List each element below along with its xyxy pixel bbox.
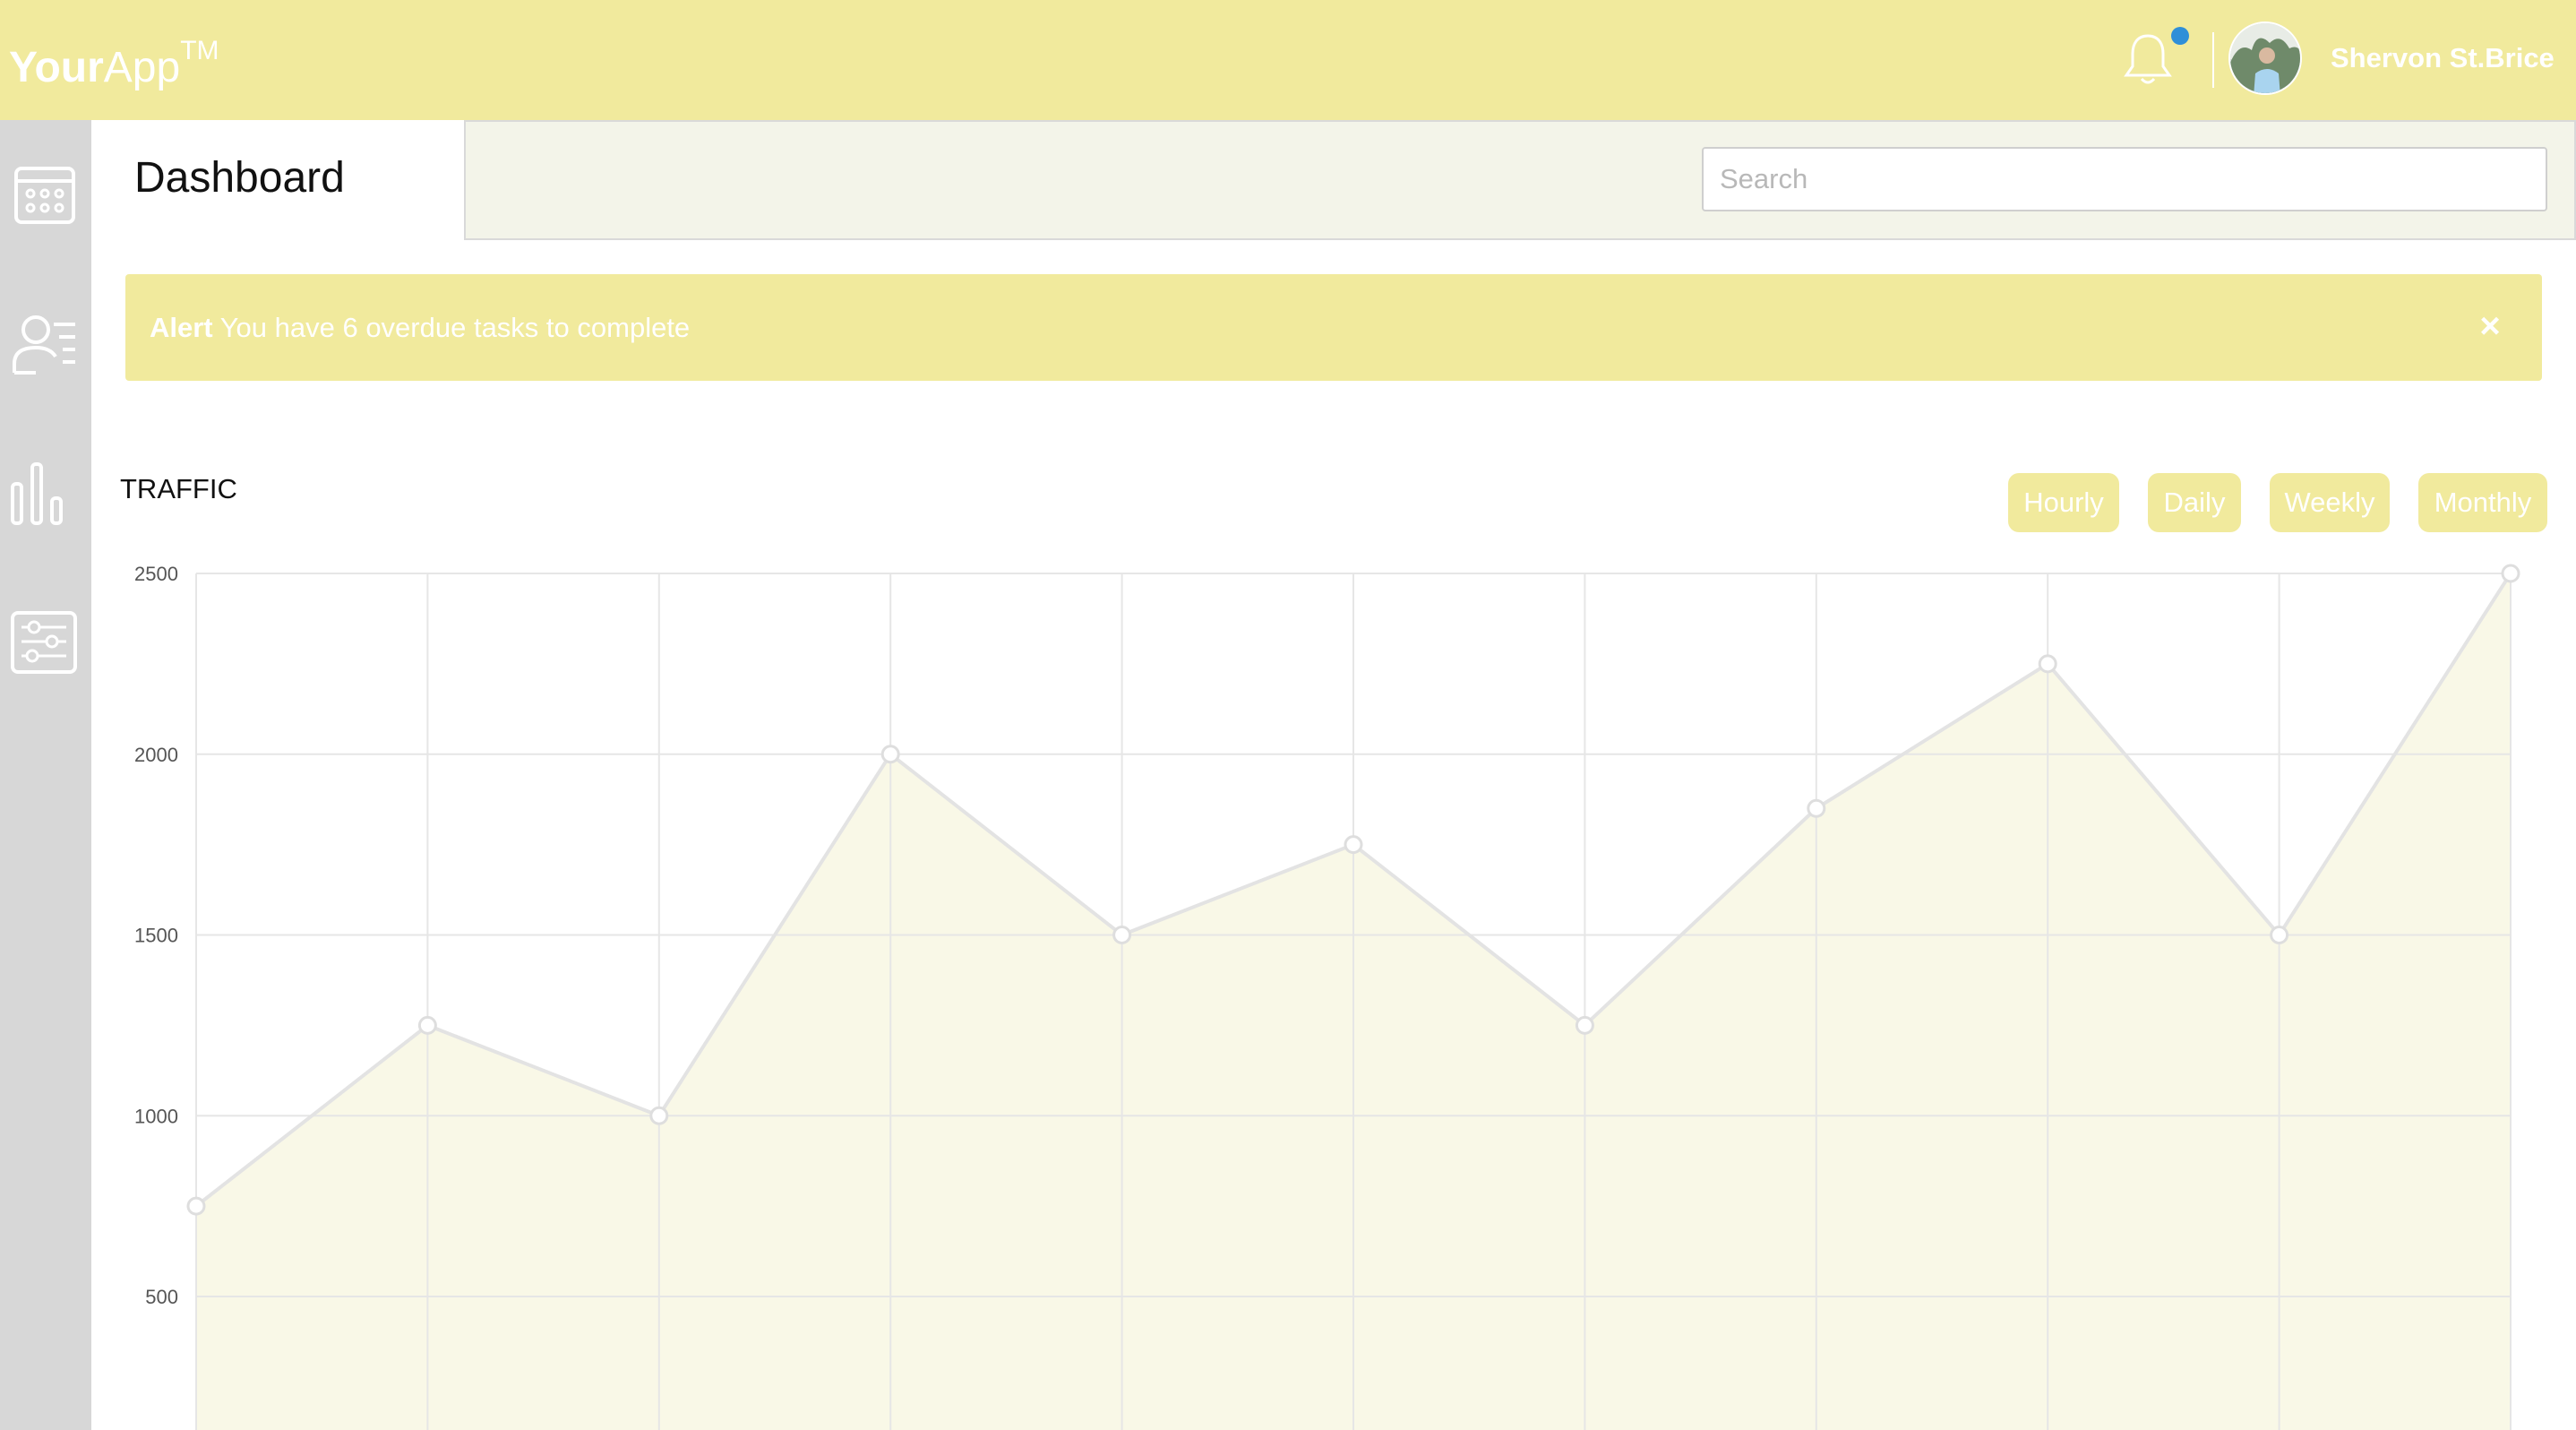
notification-dot <box>2171 27 2189 45</box>
data-point <box>1807 798 1826 818</box>
close-icon[interactable]: × <box>2470 306 2510 346</box>
bell-icon[interactable] <box>2121 30 2175 88</box>
daily-button[interactable]: Daily <box>2148 473 2241 532</box>
data-point <box>186 1196 206 1216</box>
logo-trademark: TM <box>180 36 219 65</box>
data-point <box>2038 654 2057 674</box>
avatar[interactable] <box>2228 22 2302 95</box>
data-point <box>880 745 900 764</box>
weekly-button[interactable]: Weekly <box>2270 473 2390 532</box>
monthly-button[interactable]: Monthly <box>2418 473 2547 532</box>
data-point <box>2270 926 2289 944</box>
logo-bold-text: Your <box>9 44 104 91</box>
user-list-icon[interactable] <box>11 308 81 378</box>
data-point <box>2501 564 2520 583</box>
data-point <box>417 1015 437 1035</box>
search-input[interactable] <box>1702 147 2547 211</box>
user-name[interactable]: Shervon St.Brice <box>2331 39 2555 77</box>
app-logo[interactable]: YourAppTM <box>9 27 219 99</box>
data-point <box>1112 926 1132 944</box>
search-bar-area <box>464 120 2576 240</box>
logo-light-text: App <box>103 44 181 91</box>
avatar-photo <box>2230 23 2300 93</box>
traffic-chart: 2500 2000 1500 1000 500 <box>134 563 2520 1430</box>
top-header: YourAppTM Shervon St.Brice <box>0 0 2576 120</box>
data-point <box>649 1106 669 1125</box>
alert-label: Alert <box>150 312 213 343</box>
hourly-button[interactable]: Hourly <box>2008 473 2119 532</box>
alert-text: Alert You have 6 overdue tasks to comple… <box>150 310 690 346</box>
header-divider <box>2212 32 2214 88</box>
page-title: Dashboard <box>134 154 345 202</box>
y-tick-label: 1500 <box>134 925 178 947</box>
calendar-icon[interactable] <box>11 159 81 229</box>
y-tick-label: 2000 <box>134 744 178 766</box>
y-tick-label: 1000 <box>134 1105 178 1127</box>
data-point <box>1344 835 1363 855</box>
alert-message: You have 6 overdue tasks to complete <box>219 312 691 343</box>
data-point <box>1575 1015 1594 1035</box>
y-tick-label: 2500 <box>134 563 178 585</box>
title-tab: Dashboard <box>91 120 466 238</box>
traffic-title: TRAFFIC <box>120 473 237 504</box>
alert-banner: Alert You have 6 overdue tasks to comple… <box>125 274 2542 381</box>
y-tick-label: 500 <box>145 1286 178 1308</box>
bar-chart-icon[interactable] <box>11 459 81 529</box>
